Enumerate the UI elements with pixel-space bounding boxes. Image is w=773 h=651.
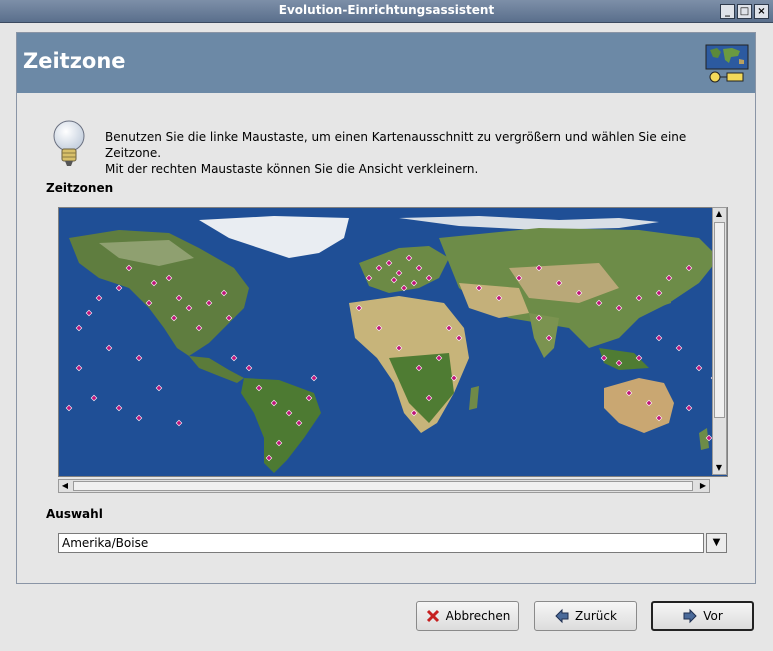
world-map[interactable]: [59, 208, 727, 476]
timezone-selection-combo[interactable]: Amerika/Boise: [58, 533, 704, 553]
intro-line-1: Benutzen Sie die linke Maustaste, um ein…: [105, 130, 687, 160]
scroll-right-arrow-icon[interactable]: ▶: [697, 480, 709, 492]
forward-button[interactable]: Vor: [651, 601, 754, 631]
timezone-map[interactable]: [58, 207, 728, 477]
map-vertical-scrollbar[interactable]: ▲ ▼: [712, 207, 727, 475]
intro-line-2: Mit der rechten Maustaste können Sie die…: [105, 162, 479, 176]
scroll-left-arrow-icon[interactable]: ◀: [59, 480, 71, 492]
intro-text: Benutzen Sie die linke Maustaste, um ein…: [105, 129, 745, 177]
assistant-page: Zeitzone Benutzen Sie die linke Maustast…: [16, 32, 756, 584]
close-button[interactable]: ×: [754, 4, 769, 19]
world-map-clock-icon: [705, 44, 749, 83]
arrow-left-icon: [555, 608, 569, 624]
timezone-selection-value: Amerika/Boise: [62, 536, 149, 550]
back-button[interactable]: Zurück: [534, 601, 637, 631]
map-horizontal-scrollbar[interactable]: ◀ ▶: [58, 479, 710, 493]
maximize-button[interactable]: □: [737, 4, 752, 19]
page-header: Zeitzone: [17, 33, 755, 93]
minimize-button[interactable]: _: [720, 4, 735, 19]
forward-button-label: Vor: [703, 609, 723, 623]
cancel-button-label: Abbrechen: [445, 609, 511, 623]
vertical-scroll-thumb[interactable]: [714, 222, 725, 418]
horizontal-scroll-thumb[interactable]: [73, 481, 693, 491]
window-titlebar: Evolution-Einrichtungsassistent _ □ ×: [0, 0, 773, 23]
chevron-down-icon[interactable]: ▼: [706, 533, 727, 553]
cancel-x-icon: [426, 609, 439, 623]
scroll-up-arrow-icon[interactable]: ▲: [713, 208, 725, 220]
page-title: Zeitzone: [23, 49, 126, 73]
lightbulb-icon: [53, 120, 85, 166]
timezones-label: Zeitzonen: [46, 181, 114, 195]
scroll-down-arrow-icon[interactable]: ▼: [713, 462, 725, 474]
selection-label: Auswahl: [46, 507, 103, 521]
back-button-label: Zurück: [575, 609, 617, 623]
window-title: Evolution-Einrichtungsassistent: [278, 3, 495, 17]
cancel-button[interactable]: Abbrechen: [416, 601, 519, 631]
arrow-right-icon: [683, 608, 697, 624]
